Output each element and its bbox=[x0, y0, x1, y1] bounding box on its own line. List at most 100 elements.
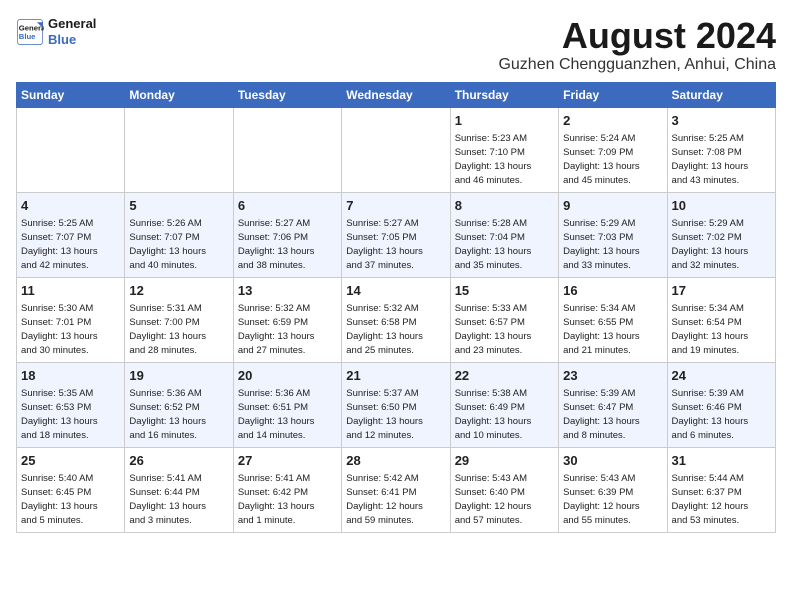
day-info: Sunrise: 5:38 AM bbox=[455, 387, 554, 401]
day-info: Daylight: 13 hours bbox=[238, 245, 337, 259]
day-number: 28 bbox=[346, 452, 445, 471]
calendar-cell: 3Sunrise: 5:25 AMSunset: 7:08 PMDaylight… bbox=[667, 107, 775, 192]
calendar-cell: 15Sunrise: 5:33 AMSunset: 6:57 PMDayligh… bbox=[450, 277, 558, 362]
day-info: Sunrise: 5:25 AM bbox=[672, 132, 771, 146]
day-number: 10 bbox=[672, 197, 771, 216]
day-info: Sunrise: 5:44 AM bbox=[672, 472, 771, 486]
day-number: 3 bbox=[672, 112, 771, 131]
weekday-header-thursday: Thursday bbox=[450, 82, 558, 107]
day-info: and 55 minutes. bbox=[563, 514, 662, 528]
day-info: and 43 minutes. bbox=[672, 174, 771, 188]
day-info: and 30 minutes. bbox=[21, 344, 120, 358]
day-info: Daylight: 13 hours bbox=[346, 245, 445, 259]
day-info: Sunset: 7:03 PM bbox=[563, 231, 662, 245]
location-title: Guzhen Chengguanzhen, Anhui, China bbox=[498, 56, 776, 74]
day-info: Sunset: 6:39 PM bbox=[563, 486, 662, 500]
day-info: Sunset: 7:00 PM bbox=[129, 316, 228, 330]
day-info: Sunset: 6:42 PM bbox=[238, 486, 337, 500]
weekday-header-sunday: Sunday bbox=[17, 82, 125, 107]
day-info: Sunrise: 5:29 AM bbox=[563, 217, 662, 231]
day-info: and 53 minutes. bbox=[672, 514, 771, 528]
day-info: Daylight: 13 hours bbox=[672, 330, 771, 344]
calendar-week-4: 18Sunrise: 5:35 AMSunset: 6:53 PMDayligh… bbox=[17, 362, 776, 447]
weekday-header-friday: Friday bbox=[559, 82, 667, 107]
calendar-cell: 30Sunrise: 5:43 AMSunset: 6:39 PMDayligh… bbox=[559, 447, 667, 532]
day-info: and 38 minutes. bbox=[238, 259, 337, 273]
logo-icon: General Blue bbox=[16, 18, 44, 46]
day-number: 30 bbox=[563, 452, 662, 471]
calendar-week-5: 25Sunrise: 5:40 AMSunset: 6:45 PMDayligh… bbox=[17, 447, 776, 532]
day-info: and 5 minutes. bbox=[21, 514, 120, 528]
day-info: Daylight: 13 hours bbox=[672, 160, 771, 174]
day-info: Daylight: 12 hours bbox=[346, 500, 445, 514]
day-info: Sunset: 6:58 PM bbox=[346, 316, 445, 330]
calendar-cell: 23Sunrise: 5:39 AMSunset: 6:47 PMDayligh… bbox=[559, 362, 667, 447]
day-info: Sunrise: 5:36 AM bbox=[129, 387, 228, 401]
day-info: Sunrise: 5:41 AM bbox=[129, 472, 228, 486]
day-info: Sunrise: 5:43 AM bbox=[563, 472, 662, 486]
weekday-header-wednesday: Wednesday bbox=[342, 82, 450, 107]
day-info: Sunrise: 5:34 AM bbox=[672, 302, 771, 316]
day-info: Sunrise: 5:39 AM bbox=[563, 387, 662, 401]
day-number: 20 bbox=[238, 367, 337, 386]
day-number: 17 bbox=[672, 282, 771, 301]
day-info: and 57 minutes. bbox=[455, 514, 554, 528]
page-header: General Blue General Blue August 2024 Gu… bbox=[16, 16, 776, 74]
day-info: Daylight: 13 hours bbox=[346, 415, 445, 429]
day-info: Daylight: 13 hours bbox=[563, 160, 662, 174]
day-info: Daylight: 12 hours bbox=[455, 500, 554, 514]
calendar-cell: 20Sunrise: 5:36 AMSunset: 6:51 PMDayligh… bbox=[233, 362, 341, 447]
calendar-cell: 6Sunrise: 5:27 AMSunset: 7:06 PMDaylight… bbox=[233, 192, 341, 277]
day-info: and 19 minutes. bbox=[672, 344, 771, 358]
day-number: 26 bbox=[129, 452, 228, 471]
day-info: and 14 minutes. bbox=[238, 429, 337, 443]
calendar-cell: 9Sunrise: 5:29 AMSunset: 7:03 PMDaylight… bbox=[559, 192, 667, 277]
day-info: Daylight: 13 hours bbox=[672, 245, 771, 259]
calendar-cell: 16Sunrise: 5:34 AMSunset: 6:55 PMDayligh… bbox=[559, 277, 667, 362]
day-info: Sunrise: 5:40 AM bbox=[21, 472, 120, 486]
day-info: Sunrise: 5:27 AM bbox=[346, 217, 445, 231]
day-info: Sunset: 7:02 PM bbox=[672, 231, 771, 245]
day-info: Daylight: 12 hours bbox=[563, 500, 662, 514]
day-info: Sunset: 6:53 PM bbox=[21, 401, 120, 415]
day-info: and 33 minutes. bbox=[563, 259, 662, 273]
day-info: Daylight: 13 hours bbox=[455, 160, 554, 174]
day-info: and 59 minutes. bbox=[346, 514, 445, 528]
day-info: and 40 minutes. bbox=[129, 259, 228, 273]
day-info: Sunrise: 5:37 AM bbox=[346, 387, 445, 401]
calendar-cell: 11Sunrise: 5:30 AMSunset: 7:01 PMDayligh… bbox=[17, 277, 125, 362]
day-info: Daylight: 13 hours bbox=[21, 330, 120, 344]
day-info: and 12 minutes. bbox=[346, 429, 445, 443]
calendar-cell: 31Sunrise: 5:44 AMSunset: 6:37 PMDayligh… bbox=[667, 447, 775, 532]
day-number: 11 bbox=[21, 282, 120, 301]
day-info: Sunset: 6:59 PM bbox=[238, 316, 337, 330]
calendar-cell: 14Sunrise: 5:32 AMSunset: 6:58 PMDayligh… bbox=[342, 277, 450, 362]
day-info: Sunrise: 5:33 AM bbox=[455, 302, 554, 316]
day-number: 7 bbox=[346, 197, 445, 216]
day-number: 1 bbox=[455, 112, 554, 131]
day-info: and 1 minute. bbox=[238, 514, 337, 528]
day-info: Sunrise: 5:32 AM bbox=[238, 302, 337, 316]
calendar-cell: 7Sunrise: 5:27 AMSunset: 7:05 PMDaylight… bbox=[342, 192, 450, 277]
day-info: Sunset: 6:51 PM bbox=[238, 401, 337, 415]
day-info: Sunrise: 5:39 AM bbox=[672, 387, 771, 401]
day-info: and 37 minutes. bbox=[346, 259, 445, 273]
calendar-week-1: 1Sunrise: 5:23 AMSunset: 7:10 PMDaylight… bbox=[17, 107, 776, 192]
day-info: Sunset: 6:37 PM bbox=[672, 486, 771, 500]
day-number: 4 bbox=[21, 197, 120, 216]
calendar-cell: 13Sunrise: 5:32 AMSunset: 6:59 PMDayligh… bbox=[233, 277, 341, 362]
day-info: Daylight: 13 hours bbox=[672, 415, 771, 429]
day-number: 29 bbox=[455, 452, 554, 471]
day-info: Daylight: 13 hours bbox=[455, 245, 554, 259]
day-info: Sunset: 6:45 PM bbox=[21, 486, 120, 500]
day-info: Daylight: 13 hours bbox=[129, 330, 228, 344]
day-info: Sunset: 7:07 PM bbox=[129, 231, 228, 245]
day-info: and 28 minutes. bbox=[129, 344, 228, 358]
logo: General Blue General Blue bbox=[16, 16, 96, 47]
day-info: Daylight: 13 hours bbox=[563, 330, 662, 344]
day-info: Daylight: 13 hours bbox=[21, 500, 120, 514]
day-number: 24 bbox=[672, 367, 771, 386]
calendar-cell: 18Sunrise: 5:35 AMSunset: 6:53 PMDayligh… bbox=[17, 362, 125, 447]
day-number: 12 bbox=[129, 282, 228, 301]
day-info: and 27 minutes. bbox=[238, 344, 337, 358]
